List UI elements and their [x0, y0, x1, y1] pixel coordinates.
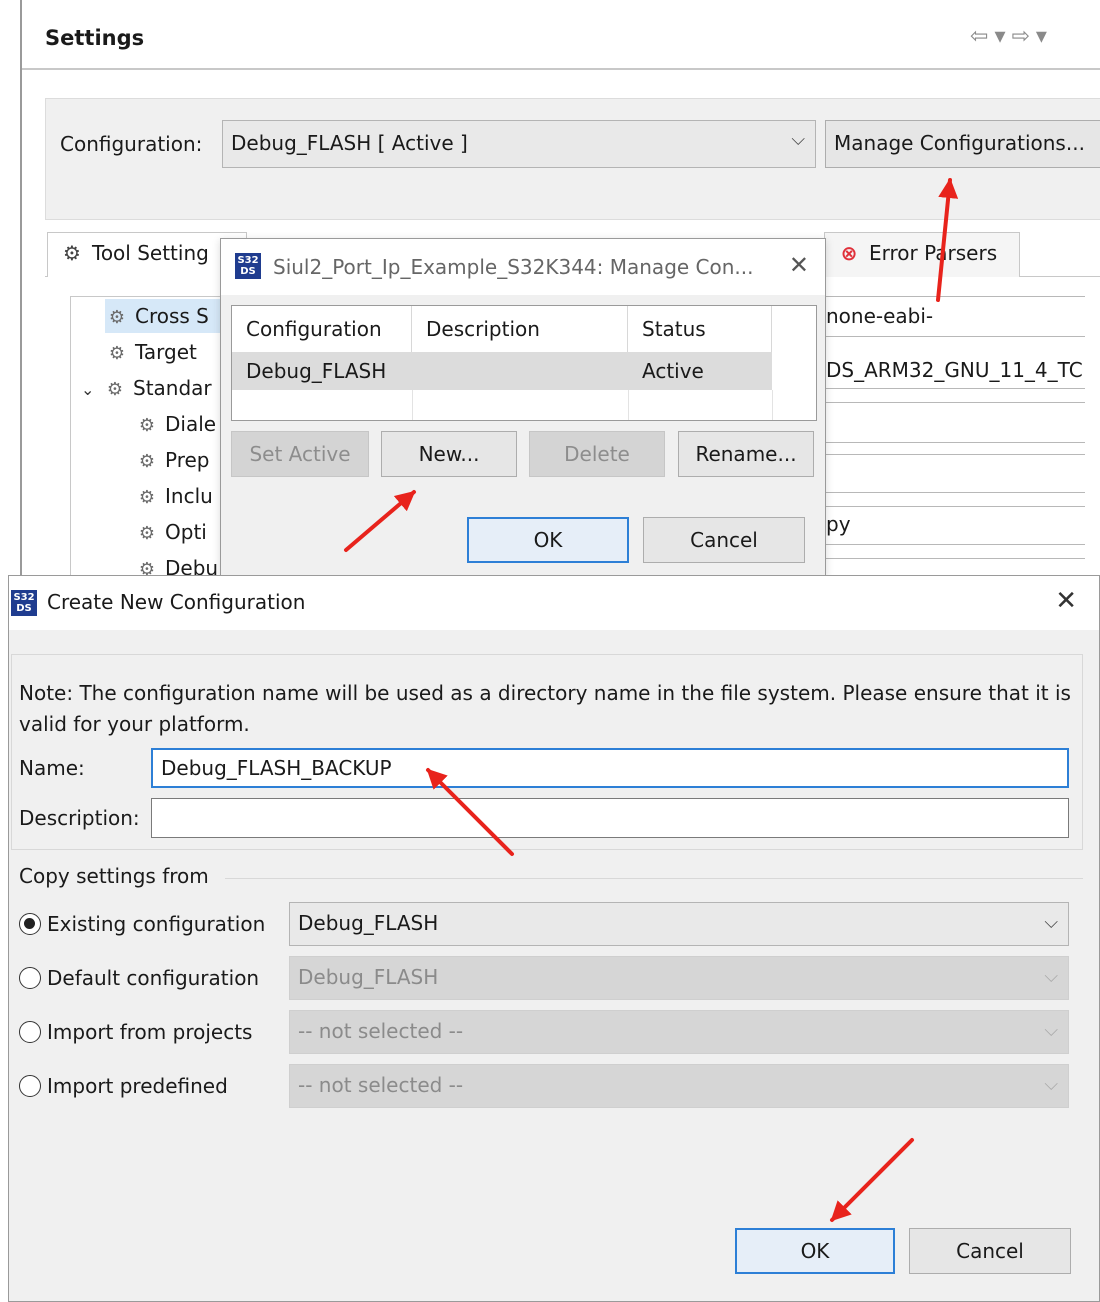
field-divider	[820, 336, 1085, 337]
cancel-button[interactable]: Cancel	[643, 517, 805, 563]
dialog-title: Siul2_Port_Ip_Example_S32K344: Manage Co…	[273, 255, 754, 279]
close-icon[interactable]: ✕	[1055, 586, 1077, 616]
close-icon[interactable]: ✕	[789, 251, 809, 279]
chevron-down-icon: ⌵	[1044, 1020, 1058, 1041]
new-button[interactable]: New...	[381, 431, 517, 477]
settings-icon: ⚙	[138, 487, 156, 508]
set-active-button[interactable]: Set Active	[231, 431, 369, 477]
field-divider	[820, 296, 1085, 297]
settings-icon: ⚙	[138, 415, 156, 436]
tree-item-dialect[interactable]: ⚙ Diale	[135, 407, 216, 441]
group-divider	[225, 878, 1083, 879]
field-divider	[820, 442, 1085, 443]
title-divider	[22, 68, 1100, 70]
description-input[interactable]	[151, 798, 1069, 838]
cancel-button[interactable]: Cancel	[909, 1228, 1071, 1274]
radio-button[interactable]	[19, 1021, 41, 1043]
cell-status: Active	[642, 359, 704, 383]
default-configuration-select: Debug_FLASH ⌵	[289, 956, 1069, 1000]
dialog-titlebar: S32 DS Create New Configuration ✕	[9, 576, 1099, 630]
tree-item-preprocessor[interactable]: ⚙ Prep	[135, 443, 210, 477]
create-new-configuration-dialog: S32 DS Create New Configuration ✕ Note: T…	[8, 575, 1100, 1302]
name-label: Name:	[19, 756, 85, 780]
ok-button[interactable]: OK	[735, 1228, 895, 1274]
chevron-down-icon[interactable]: ▾	[1036, 24, 1051, 49]
tree-item-target[interactable]: ⚙ Target	[105, 335, 197, 369]
column-divider	[412, 390, 413, 420]
error-icon: ⊗	[840, 241, 858, 265]
chevron-down-icon[interactable]: ▾	[994, 24, 1009, 49]
field-divider	[820, 492, 1085, 493]
rename-button[interactable]: Rename...	[678, 431, 814, 477]
settings-icon: ⚙	[106, 379, 124, 400]
chevron-down-icon[interactable]: ⌄	[81, 373, 103, 407]
field-divider	[820, 506, 1085, 507]
field-divider	[820, 402, 1085, 403]
settings-icon: ⚙	[138, 451, 156, 472]
import-projects-select: -- not selected -- ⌵	[289, 1010, 1069, 1054]
name-input[interactable]: Debug_FLASH_BACKUP	[151, 748, 1069, 788]
dialog-titlebar: S32 DS Siul2_Port_Ip_Example_S32K344: Man…	[221, 239, 825, 295]
field-divider	[820, 388, 1085, 389]
forward-arrow-icon[interactable]: ⇨	[1011, 24, 1033, 49]
tab-error-parsers[interactable]: ⊗ Error Parsers	[824, 232, 1020, 277]
nav-arrows: ⇦▾⇨▾	[970, 24, 1053, 49]
description-label: Description:	[19, 806, 140, 830]
field-divider	[820, 454, 1085, 455]
tab-label: Error Parsers	[869, 241, 998, 265]
settings-icon: ⚙	[108, 307, 126, 328]
settings-icon: ⚙	[108, 343, 126, 364]
settings-icon: ⚙	[138, 523, 156, 544]
configurations-table: Configuration Description Status Debug_F…	[231, 305, 817, 421]
configuration-label: Configuration:	[60, 132, 203, 156]
field-divider	[820, 544, 1085, 545]
chevron-down-icon: ⌵	[1044, 1074, 1058, 1095]
copy-settings-group-label: Copy settings from	[19, 864, 215, 888]
radio-existing-configuration[interactable]: Existing configuration	[19, 912, 265, 936]
field-divider	[820, 558, 1085, 559]
configuration-select[interactable]: Debug_FLASH [ Active ] ⌵	[222, 120, 816, 168]
tree-item-standard[interactable]: ⌄ ⚙ Standar	[81, 371, 212, 405]
ok-button[interactable]: OK	[467, 517, 629, 563]
tab-label: Tool Setting	[92, 241, 209, 265]
tool-settings-tree: ⚙ Cross S ⚙ Target ⌄ ⚙ Standar ⚙ Diale ⚙ Prep …	[70, 296, 245, 586]
tab-tool-settings[interactable]: ⚙ Tool Setting	[47, 232, 247, 277]
s32ds-logo-icon: S32 DS	[235, 253, 261, 279]
manage-configurations-dialog: S32 DS Siul2_Port_Ip_Example_S32K344: Man…	[220, 238, 826, 578]
import-predefined-select: -- not selected -- ⌵	[289, 1064, 1069, 1108]
radio-button[interactable]	[19, 1075, 41, 1097]
radio-button[interactable]	[19, 913, 41, 935]
back-arrow-icon[interactable]: ⇦	[970, 24, 992, 49]
delete-button[interactable]: Delete	[529, 431, 665, 477]
page-title: Settings	[45, 26, 145, 50]
column-header-description[interactable]: Description	[412, 306, 628, 352]
objcopy-field[interactable]: py	[826, 512, 1088, 536]
radio-import-from-projects[interactable]: Import from projects	[19, 1020, 252, 1044]
existing-configuration-select[interactable]: Debug_FLASH ⌵	[289, 902, 1069, 946]
column-header-status[interactable]: Status	[628, 306, 772, 352]
radio-import-predefined[interactable]: Import predefined	[19, 1074, 228, 1098]
note-text: Note: The configuration name will be use…	[19, 681, 1071, 736]
cell-configuration: Debug_FLASH	[246, 359, 387, 383]
tree-item-optimization[interactable]: ⚙ Opti	[135, 515, 207, 549]
s32ds-logo-icon: S32 DS	[11, 590, 37, 616]
dialog-title: Create New Configuration	[47, 590, 306, 614]
path-field[interactable]: DS_ARM32_GNU_11_4_TC	[826, 358, 1088, 382]
column-divider	[628, 390, 629, 420]
chevron-down-icon: ⌵	[1044, 966, 1058, 987]
prefix-field[interactable]: none-eabi-	[826, 304, 1088, 328]
left-border	[20, 0, 22, 575]
chevron-down-icon: ⌵	[791, 129, 805, 150]
cell-description	[412, 352, 426, 390]
column-divider	[772, 390, 773, 420]
gear-icon: ⚙	[63, 241, 81, 265]
configuration-select-value: Debug_FLASH [ Active ]	[231, 131, 468, 155]
column-header-configuration[interactable]: Configuration	[232, 306, 412, 352]
tree-item-includes[interactable]: ⚙ Inclu	[135, 479, 213, 513]
radio-default-configuration[interactable]: Default configuration	[19, 966, 259, 990]
radio-button[interactable]	[19, 967, 41, 989]
manage-configurations-button[interactable]: Manage Configurations...	[825, 120, 1100, 168]
chevron-down-icon: ⌵	[1044, 912, 1058, 933]
